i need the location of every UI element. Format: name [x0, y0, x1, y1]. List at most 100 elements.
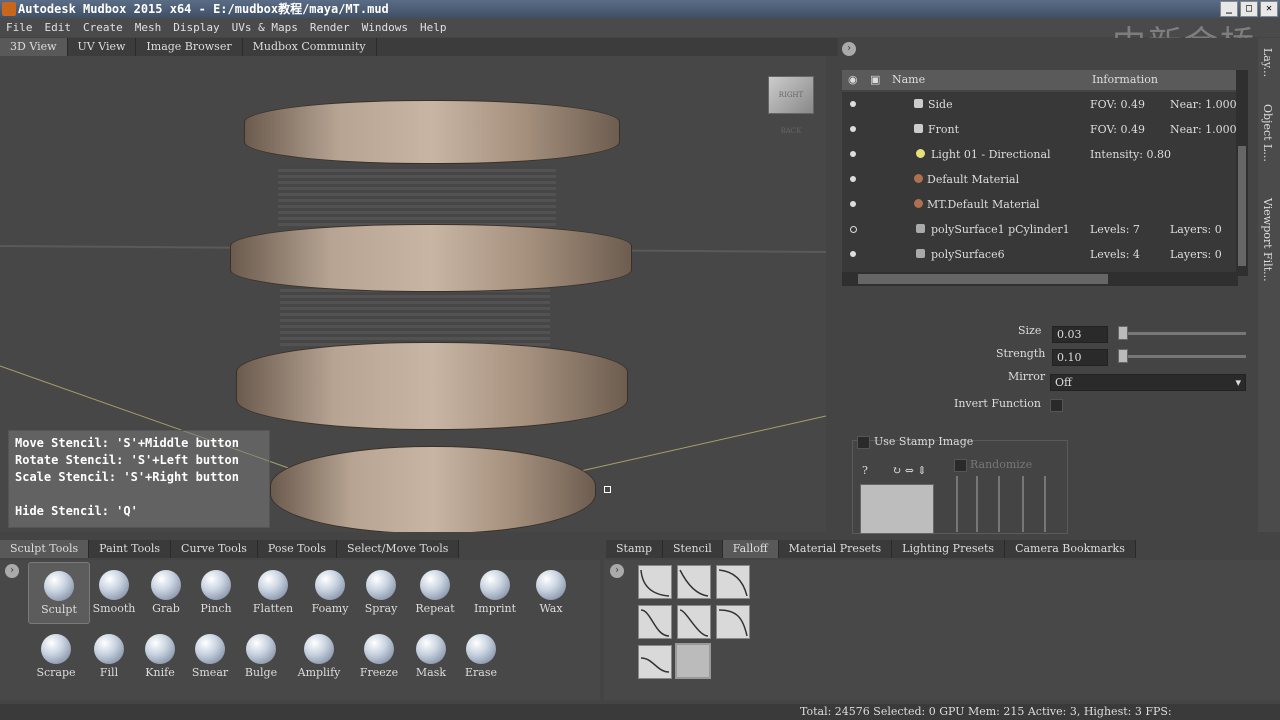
tool-repeat[interactable]: Repeat	[405, 562, 465, 622]
size-input[interactable]: 0.03	[1052, 326, 1108, 343]
visibility-dot-icon[interactable]	[850, 126, 856, 132]
visibility-dot-icon[interactable]	[850, 151, 856, 157]
menu-help[interactable]: Help	[414, 18, 453, 37]
tool-freeze[interactable]: Freeze	[349, 626, 409, 686]
tool-bulge[interactable]: Bulge	[231, 626, 291, 686]
tab-material-presets[interactable]: Material Presets	[778, 540, 893, 558]
side-tab-object-list[interactable]: Object L...	[1261, 104, 1274, 162]
tool-imprint[interactable]: Imprint	[465, 562, 525, 622]
spray-icon	[366, 570, 396, 600]
scrollbar-thumb[interactable]	[1238, 146, 1246, 266]
tab-paint-tools[interactable]: Paint Tools	[89, 540, 172, 558]
column-name[interactable]: Name	[892, 70, 925, 90]
3d-viewport[interactable]: RIGHT BACK Move Stencil: 'S'+Middle butt…	[0, 56, 826, 532]
falloff-preset[interactable]	[677, 565, 711, 599]
tab-uv-view[interactable]: UV View	[68, 38, 137, 56]
tab-camera-bookmarks[interactable]: Camera Bookmarks	[1005, 540, 1136, 558]
falloff-preset[interactable]	[638, 605, 672, 639]
close-button[interactable]: ✕	[1260, 1, 1278, 17]
object-row[interactable]: polySurface1 pCylinder1 Levels: 7 Layers…	[842, 217, 1238, 242]
strength-slider[interactable]	[1118, 355, 1246, 358]
shelf-expand-icon[interactable]: ›	[5, 564, 19, 578]
side-tab-viewport-filters[interactable]: Viewport Filt...	[1261, 198, 1274, 282]
horizontal-scrollbar[interactable]	[842, 272, 1238, 286]
tool-erase[interactable]: Erase	[451, 626, 511, 686]
shelf-expand-icon[interactable]: ›	[610, 564, 624, 578]
invert-function-checkbox[interactable]	[1050, 399, 1063, 412]
menu-edit[interactable]: Edit	[39, 18, 78, 37]
chevron-down-icon: ▾	[1235, 376, 1241, 389]
falloff-preset[interactable]	[716, 605, 750, 639]
object-row[interactable]: Front FOV: 0.49 Near: 1.000	[842, 117, 1238, 142]
size-slider[interactable]	[1118, 332, 1246, 335]
strength-input[interactable]: 0.10	[1052, 349, 1108, 366]
falloff-preset[interactable]	[716, 565, 750, 599]
menu-create[interactable]: Create	[77, 18, 129, 37]
tab-mudbox-community[interactable]: Mudbox Community	[243, 38, 377, 56]
tab-falloff[interactable]: Falloff	[722, 540, 779, 558]
randomize-checkbox[interactable]	[954, 459, 967, 472]
menu-display[interactable]: Display	[167, 18, 225, 37]
object-row[interactable]: Light 01 - Directional Intensity: 0.80	[842, 142, 1238, 167]
tab-lighting-presets[interactable]: Lighting Presets	[892, 540, 1006, 558]
stencil-line-move: Move Stencil: 'S'+Middle button	[15, 436, 239, 450]
lock-icon[interactable]: ▣	[870, 70, 880, 90]
stamp-preview[interactable]	[860, 484, 934, 534]
object-row[interactable]: Side FOV: 0.49 Near: 1.000	[842, 92, 1238, 117]
visibility-dot-icon[interactable]	[850, 201, 856, 207]
visibility-eye-icon[interactable]: ◉	[848, 70, 858, 90]
mirror-select[interactable]: Off ▾	[1050, 374, 1246, 391]
tool-spray[interactable]: Spray	[351, 562, 411, 622]
tab-curve-tools[interactable]: Curve Tools	[171, 540, 258, 558]
erase-icon	[466, 634, 496, 664]
visibility-dot-icon[interactable]	[850, 176, 856, 182]
preset-tabs: Stamp Stencil Falloff Material Presets L…	[606, 540, 1136, 558]
size-slider-knob[interactable]	[1118, 326, 1128, 340]
collapse-toggle-icon[interactable]: ›	[842, 42, 856, 56]
randomize-sliders[interactable]	[948, 476, 1058, 532]
side-tab-layers[interactable]: Lay...	[1261, 48, 1274, 77]
object-row[interactable]: polySurface6 Levels: 4 Layers: 0	[842, 242, 1238, 267]
smooth-icon	[99, 570, 129, 600]
tab-pose-tools[interactable]: Pose Tools	[257, 540, 338, 558]
stamp-transform-icons[interactable]: ↻ ⇔ ⇕	[892, 464, 927, 477]
scrollbar-thumb[interactable]	[858, 274, 1108, 284]
menu-uvs-maps[interactable]: UVs & Maps	[226, 18, 304, 37]
minimize-button[interactable]: _	[1220, 1, 1238, 17]
menu-render[interactable]: Render	[304, 18, 356, 37]
object-row[interactable]: Default Material	[842, 167, 1238, 192]
stamp-help-icon[interactable]: ?	[862, 464, 868, 477]
tool-sculpt[interactable]: Sculpt	[28, 562, 90, 624]
tab-3d-view[interactable]: 3D View	[0, 38, 68, 56]
tab-image-browser[interactable]: Image Browser	[136, 38, 243, 56]
status-text: Total: 24576 Selected: 0 GPU Mem: 215 Ac…	[800, 705, 1172, 718]
visibility-dot-icon[interactable]	[850, 101, 856, 107]
object-row[interactable]: MT.Default Material	[842, 192, 1238, 217]
menu-mesh[interactable]: Mesh	[129, 18, 168, 37]
menu-windows[interactable]: Windows	[356, 18, 414, 37]
tab-stencil[interactable]: Stencil	[663, 540, 723, 558]
falloff-preset[interactable]	[638, 645, 672, 679]
tab-stamp[interactable]: Stamp	[606, 540, 663, 558]
column-information[interactable]: Information	[1092, 70, 1158, 90]
tool-smooth[interactable]: Smooth	[84, 562, 144, 622]
tool-amplify[interactable]: Amplify	[289, 626, 349, 686]
scrape-icon	[41, 634, 71, 664]
tool-flatten[interactable]: Flatten	[243, 562, 303, 622]
strength-slider-knob[interactable]	[1118, 349, 1128, 363]
visibility-dot-icon[interactable]	[850, 226, 857, 233]
visibility-dot-icon[interactable]	[850, 251, 856, 257]
falloff-preset[interactable]	[677, 605, 711, 639]
tool-wax[interactable]: Wax	[521, 562, 581, 622]
menu-file[interactable]: File	[0, 18, 39, 37]
view-cube[interactable]: RIGHT BACK	[768, 76, 814, 135]
tab-select-move-tools[interactable]: Select/Move Tools	[337, 540, 460, 558]
tool-scrape[interactable]: Scrape	[26, 626, 86, 686]
falloff-preset[interactable]	[638, 565, 672, 599]
tab-sculpt-tools[interactable]: Sculpt Tools	[0, 540, 90, 558]
vertical-scrollbar[interactable]	[1236, 70, 1248, 276]
tool-pinch[interactable]: Pinch	[186, 562, 246, 622]
maximize-button[interactable]: □	[1240, 1, 1258, 17]
use-stamp-image-checkbox[interactable]	[857, 436, 870, 449]
falloff-preset-selected[interactable]	[675, 643, 711, 679]
